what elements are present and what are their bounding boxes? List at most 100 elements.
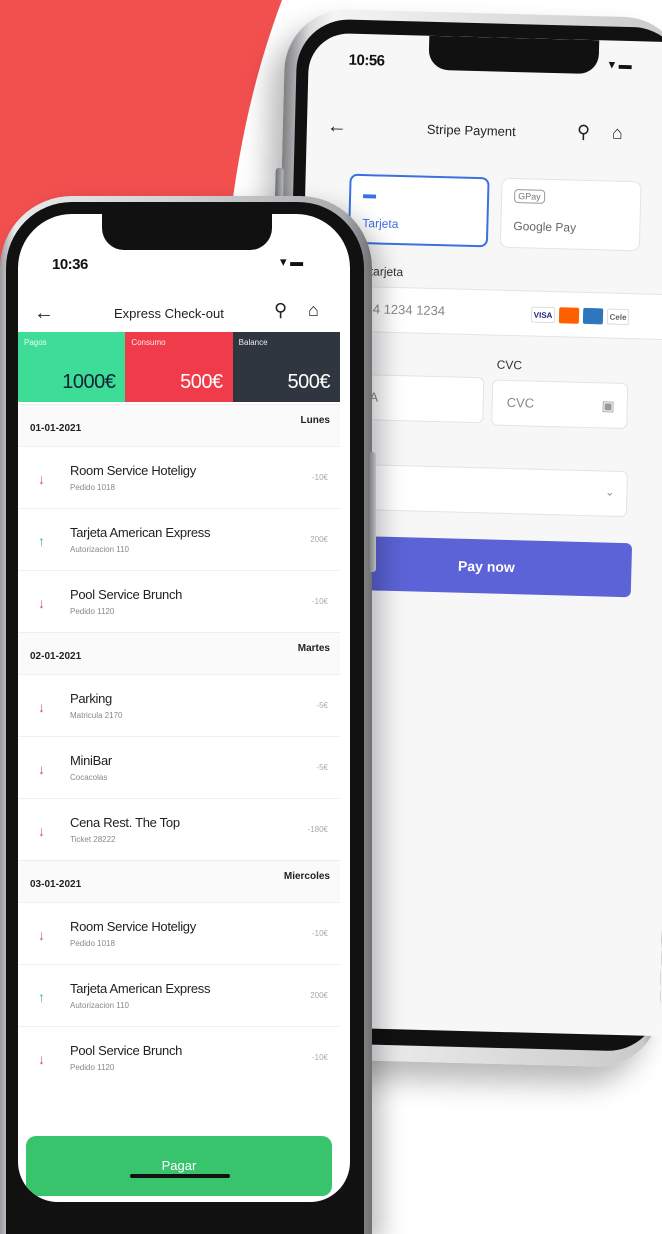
- transaction-subtitle: Cocacolas: [70, 773, 108, 782]
- summary-label: Pagos: [24, 338, 47, 347]
- phone-notch: [428, 35, 600, 75]
- summary-value: 1000€: [62, 371, 116, 393]
- arrow-up-icon: ↑: [38, 989, 45, 1005]
- arrow-down-icon: ↓: [38, 595, 45, 611]
- status-time: 10:36: [52, 256, 88, 273]
- cvc-label: CVC: [496, 357, 523, 373]
- transaction-amount: 200€: [310, 535, 328, 544]
- summary-value: 500€: [287, 371, 330, 393]
- transaction-amount: -5€: [316, 763, 328, 772]
- arrow-left-icon[interactable]: ←: [34, 302, 54, 325]
- transaction-amount: 200€: [310, 991, 328, 1000]
- transaction-row[interactable]: ↓ Pool Service Brunch Pedido 1120 -10€: [18, 570, 340, 632]
- phone-notch: [102, 214, 272, 250]
- transaction-amount: -5€: [316, 701, 328, 710]
- transaction-title: MiniBar: [70, 753, 112, 768]
- transaction-title: Parking: [70, 691, 112, 706]
- stripe-header: ← Stripe Payment ⚲ ⌂: [306, 105, 662, 165]
- page-title: Stripe Payment: [426, 121, 516, 140]
- transaction-row[interactable]: ↓ Parking Matricula 2170 -5€: [18, 674, 340, 736]
- mastercard-icon: [558, 307, 580, 324]
- summary-paid: Pagos 1000€: [18, 332, 126, 402]
- cvc-card-icon: ▣: [601, 397, 615, 414]
- day-weekday: Martes: [297, 643, 330, 654]
- transaction-subtitle: Pedido 1120: [70, 607, 115, 616]
- home-icon[interactable]: ⌂: [612, 123, 623, 144]
- home-indicator: [130, 1174, 230, 1178]
- day-weekday: Miercoles: [283, 871, 330, 882]
- summary-label: Balance: [238, 338, 268, 347]
- promo-stage: 10:56 ▾ ▬ ← Stripe Payment ⚲ ⌂ ▬ Tarjeta…: [0, 0, 662, 1234]
- arrow-down-icon: ↓: [38, 823, 45, 839]
- gpay-icon: GPay: [513, 189, 545, 204]
- transaction-title: Room Service Hoteligy: [70, 463, 196, 478]
- pagar-button[interactable]: Pagar: [26, 1136, 332, 1196]
- cvc-field[interactable]: CVC ▣: [491, 379, 629, 430]
- visa-icon: VISA: [530, 306, 556, 324]
- arrow-down-icon: ↓: [38, 1051, 45, 1067]
- page-title: Express Check-out: [114, 306, 224, 321]
- transaction-row[interactable]: ↓ Room Service Hoteligy Pedido 1018 -10€: [18, 446, 340, 508]
- transaction-row[interactable]: ↑ Tarjeta American Express Autorizacion …: [18, 964, 340, 1026]
- search-icon[interactable]: ⚲: [577, 122, 591, 143]
- transaction-subtitle: Pedido 1018: [70, 939, 115, 948]
- transaction-row[interactable]: ↑ Tarjeta American Express Autorizacion …: [18, 508, 340, 570]
- arrow-down-icon: ↓: [38, 761, 45, 777]
- pay-now-button[interactable]: Pay now: [340, 535, 633, 598]
- arrow-down-icon: ↓: [38, 471, 45, 487]
- transaction-title: Tarjeta American Express: [70, 981, 211, 996]
- transaction-row[interactable]: ↓ MiniBar Cocacolas -5€: [18, 736, 340, 798]
- transaction-title: Room Service Hoteligy: [70, 919, 196, 934]
- summary-label: Consumo: [131, 338, 166, 347]
- transaction-title: Tarjeta American Express: [70, 525, 211, 540]
- transaction-subtitle: Pedido 1018: [70, 483, 115, 492]
- other-card-icon: Cele: [606, 308, 630, 326]
- transaction-row[interactable]: ↓ Cena Rest. The Top Ticket 28222 -180€: [18, 798, 340, 860]
- arrow-up-icon: ↑: [38, 533, 45, 549]
- transaction-list[interactable]: 01-01-2021 Lunes ↓ Room Service Hoteligy…: [18, 404, 340, 1088]
- transaction-amount: -10€: [311, 1053, 328, 1062]
- transaction-subtitle: Matricula 2170: [70, 711, 123, 720]
- card-number-field[interactable]: 1234 1234 1234 VISA Cele: [321, 285, 662, 341]
- transaction-subtitle: Autorizacion 110: [70, 545, 129, 554]
- phone-side-button: [368, 452, 376, 572]
- transaction-subtitle: Autorizacion 110: [70, 1001, 129, 1010]
- checkout-screen: 10:36 ▾ ▬ ← Express Check-out ⚲ ⌂ Pagos …: [18, 214, 350, 1202]
- method-label: Google Pay: [513, 219, 577, 235]
- transaction-row[interactable]: ↓ Room Service Hoteligy Pedido 1018 -10€: [18, 902, 340, 964]
- arrow-down-icon: ↓: [38, 699, 45, 715]
- transaction-subtitle: Ticket 28222: [70, 835, 116, 844]
- summary-value: 500€: [180, 371, 223, 393]
- day-date: 01-01-2021: [30, 423, 82, 434]
- status-icons: ▾ ▬: [280, 254, 304, 269]
- status-icons: ▾ ▬: [608, 56, 632, 73]
- transaction-row[interactable]: ↓ Pool Service Brunch Pedido 1120 -10€: [18, 1026, 340, 1088]
- amex-icon: [582, 307, 604, 325]
- summary-balance: Balance 500€: [232, 332, 340, 402]
- home-icon[interactable]: ⌂: [308, 300, 319, 321]
- cvc-placeholder: CVC: [506, 394, 535, 411]
- checkout-phone: 10:36 ▾ ▬ ← Express Check-out ⚲ ⌂ Pagos …: [0, 196, 376, 1234]
- arrow-down-icon: ↓: [38, 927, 45, 943]
- summary-consumed: Consumo 500€: [125, 332, 233, 402]
- transaction-title: Pool Service Brunch: [70, 1043, 183, 1058]
- day-date: 03-01-2021: [30, 879, 82, 890]
- transaction-amount: -10€: [311, 929, 328, 938]
- transaction-title: Pool Service Brunch: [70, 587, 183, 602]
- day-header: 02-01-2021 Martes: [18, 632, 340, 674]
- search-icon[interactable]: ⚲: [274, 300, 287, 321]
- transaction-title: Cena Rest. The Top: [70, 815, 180, 830]
- day-header: 01-01-2021 Lunes: [18, 404, 340, 446]
- arrow-left-icon[interactable]: ←: [327, 115, 348, 139]
- transaction-subtitle: Pedido 1120: [70, 1063, 115, 1072]
- status-time: 10:56: [348, 51, 385, 70]
- transaction-amount: -10€: [311, 473, 328, 482]
- chevron-down-icon: ⌄: [605, 486, 615, 499]
- balance-summary: Pagos 1000€ Consumo 500€ Balance 500€: [18, 332, 340, 402]
- day-date: 02-01-2021: [30, 651, 82, 662]
- transaction-amount: -10€: [311, 597, 328, 606]
- day-weekday: Lunes: [300, 415, 330, 426]
- transaction-amount: -180€: [307, 825, 328, 834]
- day-header: 03-01-2021 Miercoles: [18, 860, 340, 902]
- method-google-pay[interactable]: GPay Google Pay: [499, 177, 642, 252]
